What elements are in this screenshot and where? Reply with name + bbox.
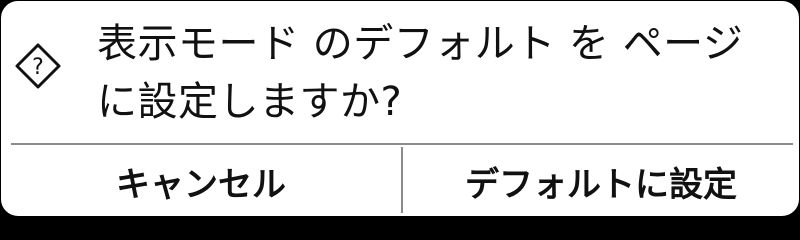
- question-diamond-icon: ?: [15, 43, 61, 89]
- confirm-dialog: ? 表示モード のデフォルト を ページ に設定しますか? キャンセル デフォル…: [0, 0, 800, 217]
- set-default-button[interactable]: デフォルトに設定: [403, 147, 799, 215]
- cancel-button[interactable]: キャンセル: [1, 147, 401, 215]
- horizontal-divider: [11, 143, 793, 145]
- dialog-header: ? 表示モード のデフォルト を ページ に設定しますか?: [1, 1, 799, 143]
- dialog-message: 表示モード のデフォルト を ページ に設定しますか?: [97, 21, 744, 125]
- svg-text:?: ?: [32, 55, 44, 80]
